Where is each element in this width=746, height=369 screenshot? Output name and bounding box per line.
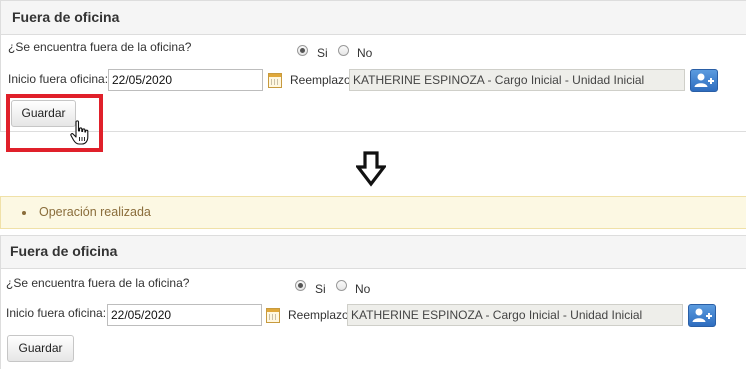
- panel-header: Fuera de oficina: [0, 235, 746, 269]
- down-arrow-icon: [356, 151, 386, 187]
- add-user-button[interactable]: [688, 304, 716, 327]
- question-label: ¿Se encuentra fuera de la oficina?: [6, 276, 190, 290]
- panel-title: Fuera de oficina: [10, 243, 118, 259]
- calendar-icon[interactable]: [268, 73, 282, 88]
- radio-si[interactable]: [297, 45, 308, 56]
- replacement-label: Reemplazo: [290, 73, 351, 87]
- add-user-icon: [694, 73, 714, 87]
- radio-no-label: No: [357, 46, 373, 60]
- alert-message: Operación realizada: [39, 205, 151, 219]
- start-date-input[interactable]: 22/05/2020: [108, 69, 263, 91]
- add-user-button[interactable]: [690, 69, 718, 92]
- radio-si-label: Si: [317, 46, 328, 60]
- replacement-label: Reemplazo: [288, 308, 349, 322]
- panel-title: Fuera de oficina: [12, 9, 120, 25]
- alert-bullet: [22, 211, 26, 215]
- radio-no[interactable]: [338, 45, 349, 56]
- panel-header: Fuera de oficina: [0, 0, 746, 35]
- calendar-icon[interactable]: [266, 308, 280, 323]
- question-label: ¿Se encuentra fuera de la oficina?: [8, 40, 192, 54]
- radio-si-label: Si: [315, 282, 326, 296]
- radio-no-label: No: [355, 282, 371, 296]
- radio-no[interactable]: [336, 280, 347, 291]
- save-button[interactable]: Guardar: [7, 335, 74, 362]
- replacement-input[interactable]: KATHERINE ESPINOZA - Cargo Inicial - Uni…: [347, 304, 683, 326]
- save-button[interactable]: Guardar: [11, 100, 76, 127]
- replacement-input[interactable]: KATHERINE ESPINOZA - Cargo Inicial - Uni…: [349, 69, 685, 91]
- success-alert: Operación realizada: [0, 196, 746, 229]
- start-date-label: Inicio fuera oficina:: [8, 72, 109, 86]
- start-date-input[interactable]: 22/05/2020: [107, 304, 262, 326]
- hand-cursor-icon: [70, 120, 89, 145]
- start-date-label: Inicio fuera oficina:: [6, 306, 107, 320]
- add-user-icon: [692, 308, 712, 322]
- radio-si[interactable]: [295, 280, 306, 291]
